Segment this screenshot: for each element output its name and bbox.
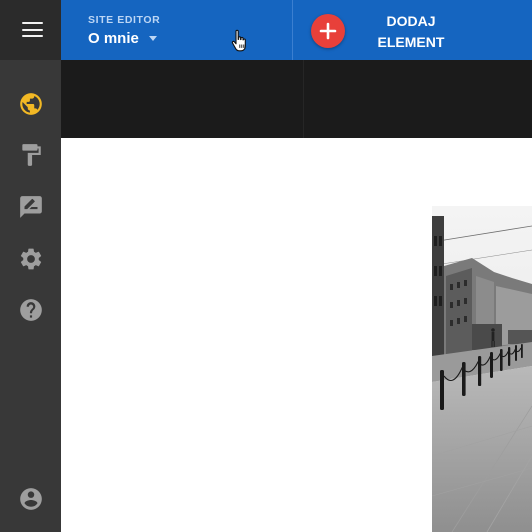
paint-roller-icon[interactable] [18, 142, 44, 168]
hand-pointer-cursor-icon [230, 28, 250, 54]
edit-note-icon[interactable] [18, 194, 44, 220]
hamburger-menu-icon[interactable] [22, 22, 43, 38]
site-editor-label: SITE EDITOR [88, 14, 161, 26]
menu-button-area[interactable] [0, 0, 61, 60]
add-element-button[interactable] [311, 14, 345, 48]
gear-icon[interactable] [18, 246, 44, 272]
globe-icon[interactable] [18, 91, 44, 117]
page-preview-header [61, 60, 532, 138]
account-icon[interactable] [18, 486, 44, 512]
add-element-label-line2: ELEMENT [377, 34, 445, 50]
add-element-label-line1: DODAJ [386, 13, 436, 29]
plus-icon [319, 22, 337, 40]
topbar-divider [292, 0, 293, 60]
street-photo-image [432, 206, 532, 532]
chevron-down-icon [148, 36, 157, 41]
sidebar-rail [0, 0, 61, 532]
current-page-name: O mnie [88, 30, 139, 47]
header-seam [303, 60, 304, 138]
add-element-label[interactable]: DODAJ ELEMENT [365, 11, 457, 53]
page-selector-dropdown[interactable]: O mnie [88, 30, 157, 47]
help-icon[interactable] [18, 297, 44, 323]
